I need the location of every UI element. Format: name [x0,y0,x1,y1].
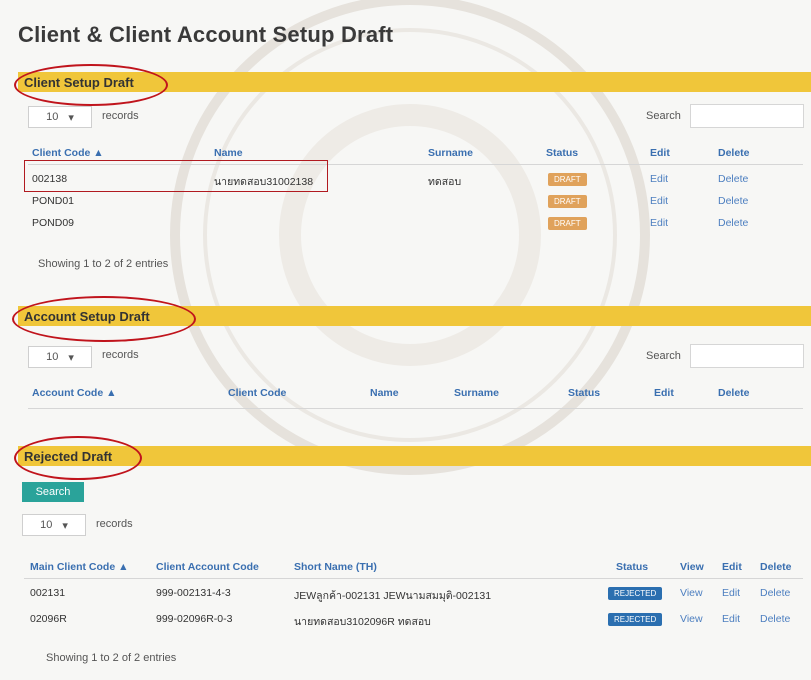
client-code: POND01 [32,195,75,207]
short-name: นายทดสอบ3102096R ทดสอบ [294,616,431,628]
edit-link[interactable]: Edit [722,587,740,599]
delete-link[interactable]: Delete [760,613,790,625]
status-badge: DRAFT [548,217,587,230]
col-client-code[interactable]: Client Code ▲ [32,147,104,159]
status-badge: DRAFT [548,173,587,186]
client-table: Client Code ▲ Name Surname Status Edit D… [28,142,803,242]
col-status[interactable]: Status [616,561,648,573]
rejected-search-button[interactable]: Search [22,482,84,502]
chevron-down-icon: ▾ [68,111,74,124]
table-row: 02096R 999-02096R-0-3 นายทดสอบ3102096R ท… [24,608,803,630]
col-client-account-code[interactable]: Client Account Code [156,561,259,573]
col-edit[interactable]: Edit [722,561,742,573]
col-delete[interactable]: Delete [718,387,750,399]
status-badge: REJECTED [608,613,663,626]
col-status[interactable]: Status [546,147,578,159]
col-name[interactable]: Name [214,147,243,159]
rejected-length-select[interactable]: 10 ▾ [22,514,86,536]
col-client-code[interactable]: Client Code [228,387,286,399]
col-surname[interactable]: Surname [454,387,499,399]
col-delete[interactable]: Delete [760,561,792,573]
edit-link[interactable]: Edit [722,613,740,625]
view-link[interactable]: View [680,613,703,625]
col-status[interactable]: Status [568,387,600,399]
main-client-code: 02096R [30,613,67,625]
chevron-down-icon: ▾ [68,351,74,364]
account-length-select[interactable]: 10 ▾ [28,346,92,368]
chevron-down-icon: ▾ [62,519,68,532]
col-main-client-code[interactable]: Main Client Code ▲ [30,561,128,573]
table-header: Account Code ▲ Client Code Name Surname … [28,382,803,409]
table-row: POND01 DRAFT Edit Delete [28,190,803,212]
rejected-length-label: records [96,518,133,530]
client-length-label: records [102,110,139,122]
page-title: Client & Client Account Setup Draft [18,22,394,47]
client-length-select[interactable]: 10 ▾ [28,106,92,128]
delete-link[interactable]: Delete [718,217,748,229]
col-edit[interactable]: Edit [654,387,674,399]
client-account-code: 999-002131-4-3 [156,587,231,599]
col-view[interactable]: View [680,561,704,573]
client-surname: ทดสอบ [428,176,462,188]
col-account-code[interactable]: Account Code ▲ [32,387,116,399]
annotation-oval [14,64,168,106]
main-client-code: 002131 [30,587,66,599]
client-search-input[interactable] [690,104,804,128]
account-search-input[interactable] [690,344,804,368]
col-surname[interactable]: Surname [428,147,473,159]
status-badge: DRAFT [548,195,587,208]
edit-link[interactable]: Edit [650,195,668,207]
table-row: 002131 999-002131-4-3 JEWลูกค้า-002131 J… [24,582,803,604]
length-value: 10 [40,519,53,531]
delete-link[interactable]: Delete [718,195,748,207]
col-short-name[interactable]: Short Name (TH) [294,561,377,573]
table-row: POND09 DRAFT Edit Delete [28,212,803,234]
client-code: POND09 [32,217,75,229]
col-name[interactable]: Name [370,387,399,399]
edit-link[interactable]: Edit [650,217,668,229]
annotation-highlight [24,160,328,192]
rejected-table-info: Showing 1 to 2 of 2 entries [46,652,177,664]
length-value: 10 [46,111,59,123]
short-name: JEWลูกค้า-002131 JEWนามสมมุติ-002131 [294,590,492,602]
account-length-label: records [102,349,139,361]
client-account-code: 999-02096R-0-3 [156,613,233,625]
status-badge: REJECTED [608,587,663,600]
length-value: 10 [46,351,59,363]
rejected-table: Main Client Code ▲ Client Account Code S… [24,556,803,632]
account-search-label: Search [646,350,681,362]
col-delete[interactable]: Delete [718,147,750,159]
delete-link[interactable]: Delete [760,587,790,599]
view-link[interactable]: View [680,587,703,599]
col-edit[interactable]: Edit [650,147,670,159]
annotation-oval [12,296,196,342]
table-header: Main Client Code ▲ Client Account Code S… [24,556,803,579]
client-search-label: Search [646,110,681,122]
account-table: Account Code ▲ Client Code Name Surname … [28,382,803,412]
edit-link[interactable]: Edit [650,173,668,185]
client-table-info: Showing 1 to 2 of 2 entries [38,258,169,270]
delete-link[interactable]: Delete [718,173,748,185]
annotation-oval [14,436,142,480]
